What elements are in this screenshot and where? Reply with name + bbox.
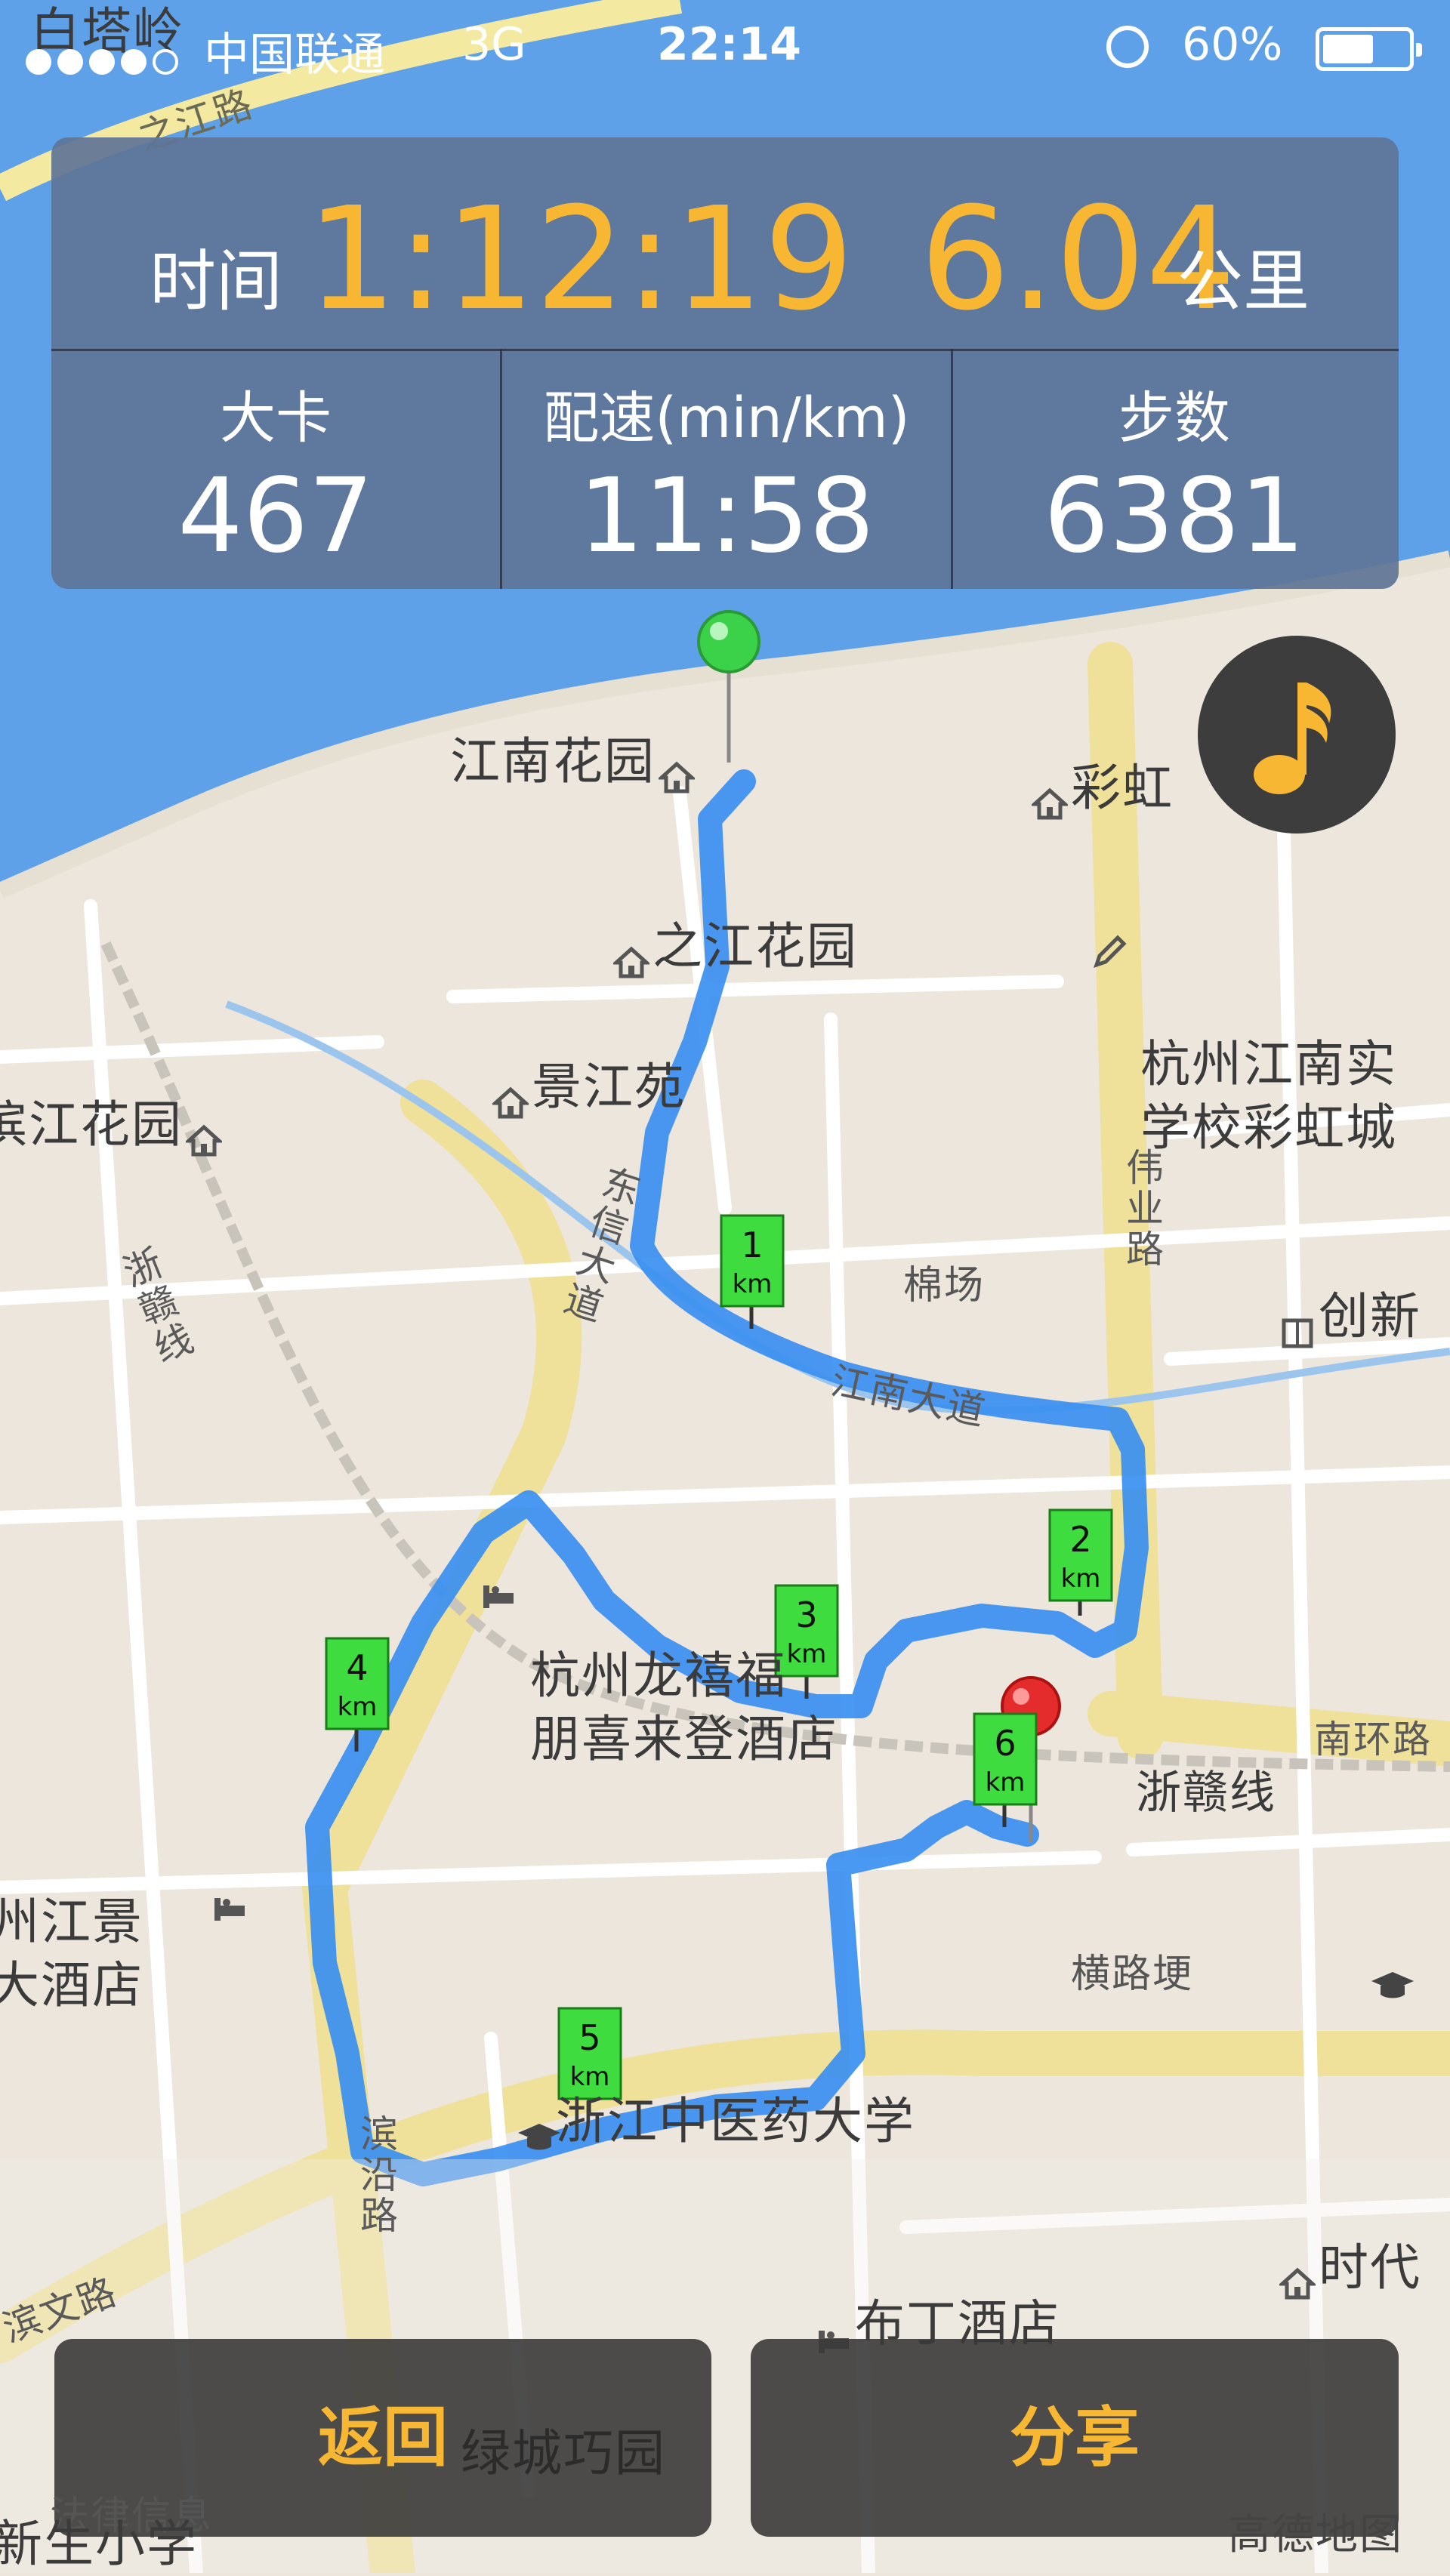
map-label-caihong: 彩虹: [1029, 747, 1174, 820]
map-label-university: 浙江中医药大学: [514, 2081, 915, 2153]
time-value: 1:12:19: [307, 177, 854, 342]
map-label-shidai: 时代: [1276, 2227, 1421, 2300]
map-label-chuangxin-text: 创新: [1319, 1287, 1421, 1345]
map-label-jingjiangyuan: 景江苑: [489, 1046, 686, 1119]
network-type: 3G: [462, 18, 526, 71]
steps-value: 6381: [1043, 457, 1306, 576]
map-label-hotel-longxi-text: 杭州龙禧福 朋喜来登酒店: [530, 1647, 838, 1768]
map-label-jiangnan-garden: 江南花园: [450, 721, 698, 793]
map-label-shidai-text: 时代: [1319, 2239, 1421, 2297]
start-pin[interactable]: [697, 610, 760, 763]
map-label-zhijiang-garden-text: 之江花园: [652, 917, 858, 975]
time-label: 时间: [150, 242, 283, 320]
residence-icon: [490, 1074, 531, 1119]
map-label-hotel-jiangjing: 州江景 大酒店: [0, 1827, 245, 2081]
svg-text:5: 5: [578, 2017, 600, 2058]
map-label-binyan-road: 滨沿路: [354, 2114, 398, 2236]
school-icon: [1370, 1956, 1414, 1998]
hotel-icon: [480, 1563, 517, 1608]
map-label-lvcheng: 绿城巧园: [461, 2424, 666, 2482]
map-label-zhegan-line-right: 浙赣线: [1136, 1767, 1276, 1820]
map-label-xinsheng-school: 新生小学: [0, 2515, 198, 2573]
status-time: 22:14: [657, 18, 801, 71]
distance-unit: 公里: [1177, 242, 1310, 320]
svg-text:km: km: [986, 1767, 1026, 1798]
svg-text:4: 4: [346, 1647, 368, 1688]
calories-value: 467: [177, 457, 374, 576]
school-icon: [517, 2108, 560, 2150]
steps-cell: 步数 6381: [950, 349, 1399, 589]
map-label-mianchang: 棉场: [903, 1263, 986, 1308]
map-label-east-school: [1367, 1940, 1414, 1998]
signal-strength-icon: [26, 33, 184, 86]
hotel-icon: [211, 1875, 248, 1921]
pace-label: 配速(min/km): [543, 386, 910, 451]
km-marker-2: 2 km: [1048, 1508, 1113, 1616]
map-label-university-text: 浙江中医药大学: [556, 2092, 915, 2150]
svg-text:km: km: [338, 1692, 378, 1722]
carrier-name: 中国联通: [204, 29, 385, 82]
svg-text:6: 6: [994, 1723, 1016, 1764]
map-label-nanhuan-road: 南环路: [1314, 1718, 1432, 1761]
status-bar: 中国联通 3G 22:14 60%: [0, 0, 1450, 95]
battery-icon: [1316, 27, 1422, 71]
svg-text:2: 2: [1069, 1519, 1091, 1560]
svg-text:km: km: [1061, 1564, 1101, 1594]
calories-cell: 大卡 467: [51, 349, 500, 589]
map-label-weiye-road: 伟业路: [1120, 1148, 1164, 1270]
music-button[interactable]: [1198, 636, 1396, 834]
residence-icon: [1277, 2254, 1318, 2300]
workout-stats-panel: 时间 1:12:19 6.04 公里 大卡 467 配速(min/km) 11:…: [51, 137, 1399, 589]
pace-cell: 配速(min/km) 11:58: [500, 349, 953, 589]
pencil-icon: [1091, 920, 1127, 968]
map-label-binjiang-garden-text: 滨江花园: [0, 1095, 183, 1154]
stats-summary-row: 时间 1:12:19 6.04 公里: [51, 137, 1399, 351]
music-note-icon: [1254, 683, 1331, 794]
map-label-henglugeng: 横路埂: [1071, 1952, 1194, 1997]
map-label-school-text: 杭州江南实 学校彩虹城: [1140, 1035, 1397, 1157]
svg-text:1: 1: [741, 1225, 763, 1265]
residence-icon: [656, 748, 697, 793]
battery-percent: 60%: [1182, 18, 1283, 71]
map-label-zhijiang-garden: 之江花园: [610, 906, 858, 978]
map-attribution: 高德地图: [1228, 2510, 1403, 2559]
building-icon: [1279, 1303, 1316, 1348]
residence-icon: [184, 1111, 224, 1157]
map-label-hotel-jiangjing-text: 州江景 大酒店: [0, 1893, 143, 2014]
rotation-lock-icon: [1106, 26, 1149, 68]
map-label-hotel-longxi: 杭州龙禧福 朋喜来登酒店: [477, 1518, 838, 1835]
map-label-jingjiangyuan-text: 景江苑: [532, 1058, 686, 1116]
residence-icon: [1029, 775, 1070, 820]
calories-label: 大卡: [220, 386, 332, 451]
map-label-caihong-text: 彩虹: [1071, 759, 1174, 817]
residence-icon: [611, 933, 652, 978]
steps-label: 步数: [1118, 386, 1230, 451]
map-label-chuangxin: 创新: [1276, 1276, 1421, 1348]
svg-text:km: km: [733, 1269, 773, 1299]
pace-value: 11:58: [578, 457, 875, 576]
map-label-binjiang-garden: 滨江花园: [0, 1084, 225, 1157]
map-label-jiangnan-garden-text: 江南花园: [450, 732, 656, 790]
